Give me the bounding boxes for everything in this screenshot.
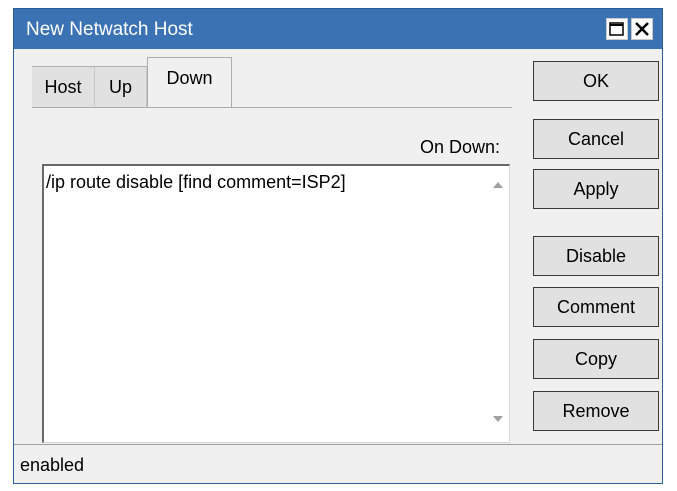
disable-button[interactable]: Disable <box>533 236 659 276</box>
status-bar: enabled <box>14 444 662 483</box>
maximize-icon <box>609 22 624 36</box>
scroll-down-arrow-icon[interactable] <box>492 414 504 424</box>
maximize-button[interactable] <box>606 18 628 40</box>
netwatch-host-window: New Netwatch Host Host Up Down On Down: … <box>13 8 663 484</box>
title-bar[interactable]: New Netwatch Host <box>14 9 662 49</box>
on-down-label: On Down: <box>419 137 500 157</box>
apply-button[interactable]: Apply <box>533 169 659 209</box>
tab-down-label: Down <box>166 68 213 88</box>
remove-button[interactable]: Remove <box>533 391 659 431</box>
window-title: New Netwatch Host <box>26 19 193 40</box>
tab-up[interactable]: Up <box>95 66 147 107</box>
tab-divider <box>32 107 512 108</box>
tab-host[interactable]: Host <box>32 66 95 107</box>
on-down-script-field[interactable]: /ip route disable [find comment=ISP2] <box>42 164 510 443</box>
tab-up-label: Up <box>108 77 132 97</box>
close-button[interactable] <box>631 18 653 40</box>
close-icon <box>635 22 649 36</box>
tab-host-label: Host <box>44 77 82 97</box>
status-text: enabled <box>20 455 85 475</box>
ok-button[interactable]: OK <box>533 61 659 101</box>
cancel-button[interactable]: Cancel <box>533 119 659 159</box>
scroll-up-arrow-icon[interactable] <box>492 180 504 190</box>
comment-button[interactable]: Comment <box>533 287 659 327</box>
copy-button[interactable]: Copy <box>533 339 659 379</box>
tab-down[interactable]: Down <box>147 57 232 108</box>
on-down-script-text[interactable]: /ip route disable [find comment=ISP2] <box>46 172 346 193</box>
